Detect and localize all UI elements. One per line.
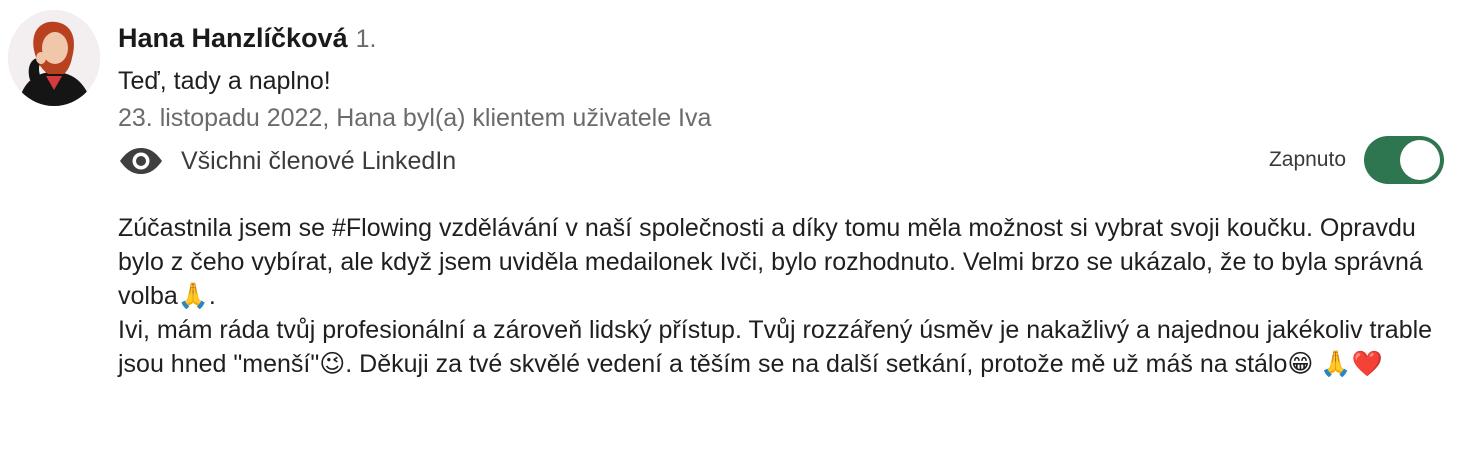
connection-degree: 1. — [355, 25, 377, 53]
show-on-profile-toggle[interactable] — [1364, 136, 1444, 184]
recommendation-meta: 23. listopadu 2022, Hana byl(a) klientem… — [118, 104, 712, 132]
grinning-face-emoji: 😁 — [1287, 349, 1314, 378]
winking-face-emoji: 😉 — [319, 349, 346, 378]
author-avatar[interactable] — [8, 10, 100, 106]
author-name[interactable]: Hana Hanzlíčková — [118, 23, 348, 53]
paragraph-2-text-b: . Děkuji za tvé skvělé vedení a těším se… — [345, 350, 1288, 378]
toggle-knob — [1400, 140, 1440, 180]
toggle-label: Zapnuto — [1268, 148, 1346, 171]
folded-hands-emoji: 🙏 — [177, 281, 209, 310]
visibility-setting: Všichni členové LinkedIn — [118, 144, 456, 178]
visibility-toggle-group: Zapnuto — [1269, 136, 1444, 184]
author-headline: Teď, tady a naplno! — [118, 67, 331, 95]
paragraph-1-end: . — [208, 282, 216, 310]
paragraph-1-text: Zúčastnila jsem se #Flowing vzdělávání v… — [118, 214, 1423, 310]
eye-icon — [120, 148, 162, 174]
author-name-row: Hana Hanzlíčková 1. — [118, 20, 376, 57]
folded-hands-emoji: 🙏 — [1320, 349, 1352, 378]
red-heart-emoji: ❤️ — [1351, 349, 1383, 378]
recommendation-paragraph-1: Zúčastnila jsem se #Flowing vzdělávání v… — [118, 211, 1438, 313]
visibility-label: Všichni členové LinkedIn — [181, 146, 457, 175]
recommendation-text: Zúčastnila jsem se #Flowing vzdělávání v… — [118, 211, 1438, 381]
recommendation-paragraph-2: Ivi, mám ráda tvůj profesionální a zárov… — [118, 313, 1438, 381]
